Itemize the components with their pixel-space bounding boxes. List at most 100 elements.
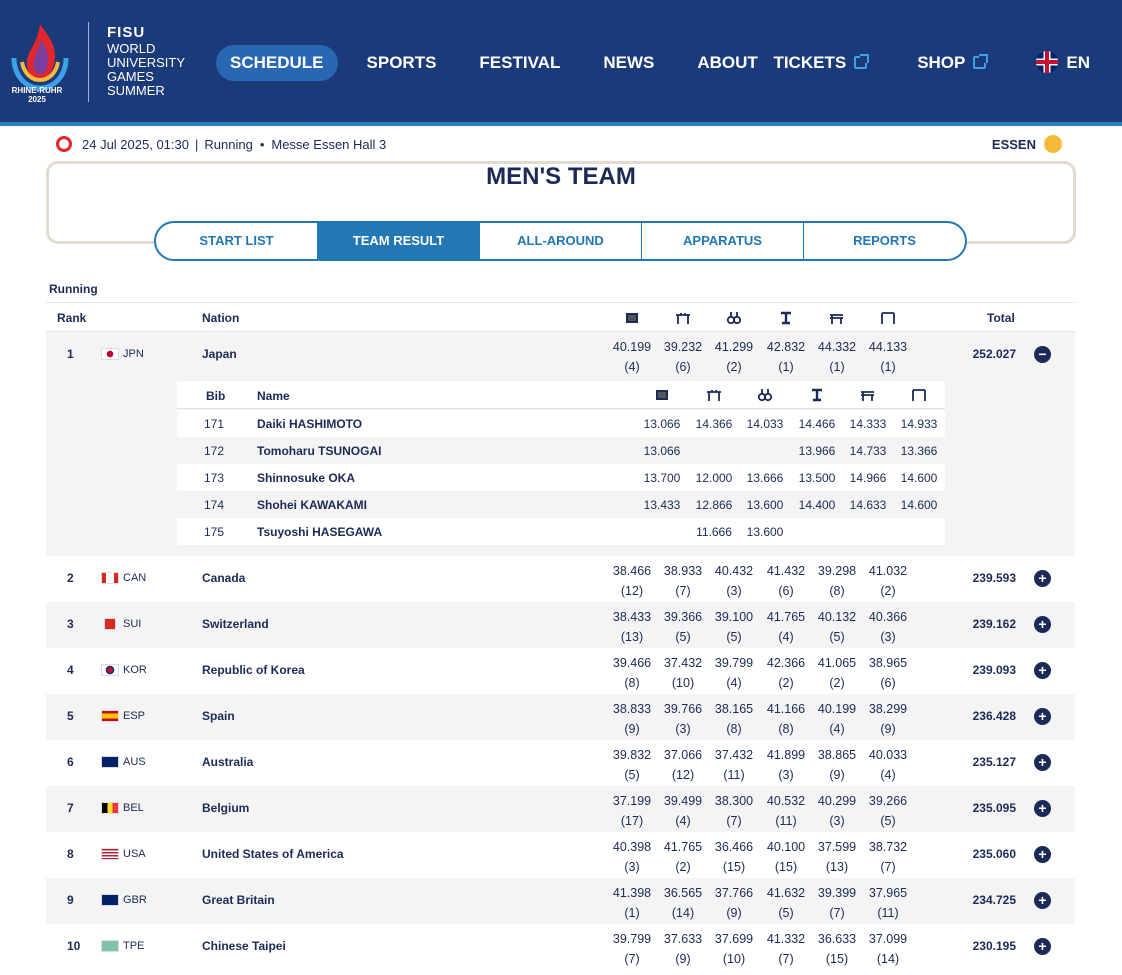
apparatus-score: 37.965 (11) <box>863 883 913 923</box>
team-nation[interactable]: Belgium <box>202 801 249 815</box>
score-place: (6) <box>675 360 691 374</box>
apparatus-score: 40.199 (4) <box>607 337 657 377</box>
score-value: 38.965 <box>868 656 908 670</box>
team-row[interactable]: 8 USA United States of America 40.398 (3) 41.… <box>46 832 1075 878</box>
score-value: 38.433 <box>612 610 652 624</box>
expand-icon[interactable]: + <box>1034 708 1051 725</box>
expand-icon[interactable]: + <box>1034 800 1051 817</box>
athlete-name[interactable]: Tsuyoshi HASEGAWA <box>257 525 382 539</box>
nav-schedule[interactable]: SCHEDULE <box>216 45 338 81</box>
team-rank: 9 <box>67 893 74 907</box>
team-row[interactable]: 3 SUI Switzerland 38.433 (13) 39.366 (5) 39.100… <box>46 602 1075 648</box>
team-code: JPN <box>123 348 144 360</box>
score-place: (5) <box>880 814 896 828</box>
score-place: (6) <box>880 676 896 690</box>
expand-icon[interactable]: + <box>1034 892 1051 909</box>
team-row[interactable]: 1 JPN Japan 40.199 (4) 39.232 (6) 41.299 (2) 42.8… <box>46 332 1075 556</box>
score-value: 38.833 <box>612 702 652 716</box>
tab-all-around[interactable]: ALL-AROUND <box>480 223 642 259</box>
score-place: (11) <box>877 906 899 920</box>
collapse-icon[interactable]: − <box>1034 346 1051 363</box>
score-place: (6) <box>778 584 794 598</box>
expand-icon[interactable]: + <box>1034 570 1051 587</box>
team-nation[interactable]: Great Britain <box>202 893 275 907</box>
score-value: 39.466 <box>612 656 652 670</box>
logo-wordmark[interactable]: FISU WORLD UNIVERSITY GAMES SUMMER <box>107 25 185 98</box>
team-nation[interactable]: Japan <box>202 347 237 361</box>
team-nation[interactable]: Spain <box>202 709 235 723</box>
team-rank: 8 <box>67 847 74 861</box>
nav-news[interactable]: NEWS <box>589 45 668 81</box>
score-place: (9) <box>675 952 691 966</box>
score-place: (12) <box>620 584 644 598</box>
team-row[interactable]: 7 BEL Belgium 37.199 (17) 39.499 (4) 38.300 (7) 4… <box>46 786 1075 832</box>
score-place: (12) <box>671 768 695 782</box>
live-status-icon <box>56 136 72 152</box>
athlete-score: 14.933 <box>900 417 938 431</box>
athlete-name[interactable]: Tomoharu TSUNOGAI <box>257 444 381 458</box>
team-row[interactable]: 10 TPE Chinese Taipei 39.799 (7) 37.633 (9) 37.… <box>46 924 1075 970</box>
athlete-name[interactable]: Daiki HASHIMOTO <box>257 417 362 431</box>
flag-esp-icon <box>101 710 119 722</box>
apparatus-score: 38.300 (7) <box>709 791 759 831</box>
expand-icon[interactable]: + <box>1034 846 1051 863</box>
col-total: Total <box>987 311 1015 325</box>
team-row[interactable]: 5 ESP Spain 38.833 (9) 39.766 (3) 38.165 (8) 41.1… <box>46 694 1075 740</box>
score-place: (4) <box>675 814 691 828</box>
athlete-score: 13.966 <box>798 444 836 458</box>
apparatus-score: 37.766 (9) <box>709 883 759 923</box>
athlete-name[interactable]: Shinnosuke OKA <box>257 471 355 485</box>
floor-icon <box>626 313 638 323</box>
nav-sports[interactable]: SPORTS <box>353 45 451 81</box>
apparatus-score: 41.432 (6) <box>761 561 811 601</box>
score-place: (4) <box>778 630 794 644</box>
score-value: 37.066 <box>663 748 703 762</box>
team-row[interactable]: 9 GBR Great Britain 41.398 (1) 36.565 (14) 37.7… <box>46 878 1075 924</box>
team-nation[interactable]: Canada <box>202 571 245 585</box>
team-nation[interactable]: Australia <box>202 755 253 769</box>
score-value: 40.100 <box>766 840 806 854</box>
expand-icon[interactable]: + <box>1034 938 1051 955</box>
team-nation[interactable]: Chinese Taipei <box>202 939 286 953</box>
athlete-table-header: Bib Name <box>177 381 945 409</box>
tab-reports[interactable]: REPORTS <box>804 223 965 259</box>
team-row[interactable]: 2 CAN Canada 38.466 (12) 38.933 (7) 40.432 (3) 41… <box>46 556 1075 602</box>
score-value: 44.332 <box>817 340 857 354</box>
score-place: (8) <box>624 676 640 690</box>
nav-festival[interactable]: FESTIVAL <box>465 45 574 81</box>
expand-icon[interactable]: + <box>1034 754 1051 771</box>
nav-shop[interactable]: SHOP <box>903 45 1000 81</box>
col-bib: Bib <box>206 389 226 403</box>
score-value: 37.766 <box>714 886 754 900</box>
athlete-row[interactable]: 174 Shohei KAWAKAMI 13.433 12.866 13.600 14.4… <box>177 491 945 518</box>
score-value: 40.299 <box>817 794 857 808</box>
team-row[interactable]: 6 AUS Australia 39.832 (5) 37.066 (12) 37.432 (1… <box>46 740 1075 786</box>
language-selector[interactable]: EN <box>1022 45 1104 81</box>
score-place: (13) <box>620 630 644 644</box>
tab-start-list[interactable]: START LIST <box>156 223 318 259</box>
athlete-row[interactable]: 172 Tomoharu TSUNOGAI 13.066 13.966 14.733 13… <box>177 437 945 464</box>
expand-icon[interactable]: + <box>1034 662 1051 679</box>
athlete-row[interactable]: 171 Daiki HASHIMOTO 13.066 14.366 14.033 14.4… <box>177 410 945 437</box>
score-value: 37.599 <box>817 840 857 854</box>
score-value: 41.166 <box>766 702 806 716</box>
athlete-row[interactable]: 175 Tsuyoshi HASEGAWA 11.666 13.600 <box>177 518 945 545</box>
tab-apparatus[interactable]: APPARATUS <box>642 223 804 259</box>
team-row[interactable]: 4 KOR Republic of Korea 39.466 (8) 37.432 (10)… <box>46 648 1075 694</box>
athlete-row[interactable]: 173 Shinnosuke OKA 13.700 12.000 13.666 13.50… <box>177 464 945 491</box>
athlete-score: 14.600 <box>900 471 938 485</box>
nav-tickets[interactable]: TICKETS <box>759 45 881 81</box>
table-header: Rank Nation Total <box>46 302 1075 332</box>
team-nation[interactable]: Switzerland <box>202 617 269 631</box>
athlete-name[interactable]: Shohei KAWAKAMI <box>257 498 367 512</box>
high-bar-icon <box>881 312 895 324</box>
athlete-score: 13.600 <box>746 525 784 539</box>
athlete-score: 12.866 <box>695 498 733 512</box>
external-link-icon <box>854 54 870 69</box>
team-nation[interactable]: United States of America <box>202 847 344 861</box>
apparatus-score: 39.766 (3) <box>658 699 708 739</box>
team-nation[interactable]: Republic of Korea <box>202 663 305 677</box>
apparatus-score: 37.199 (17) <box>607 791 657 831</box>
expand-icon[interactable]: + <box>1034 616 1051 633</box>
tab-team-result[interactable]: TEAM RESULT <box>318 223 480 259</box>
